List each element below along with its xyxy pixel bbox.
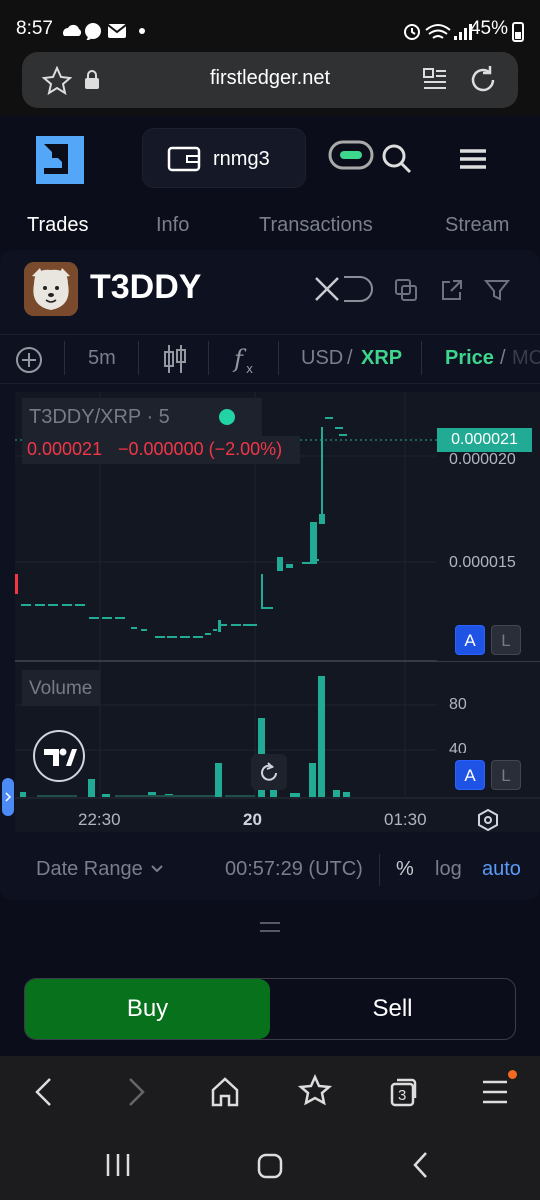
notification-dot: [508, 1070, 517, 1079]
autoscale-button[interactable]: A: [455, 625, 485, 655]
home-icon[interactable]: [210, 1076, 240, 1108]
panel-drag-handle[interactable]: [260, 922, 280, 932]
status-time: 8:57: [16, 18, 53, 39]
tab-stream[interactable]: Stream: [445, 214, 509, 237]
browser-bar: firstledger.net: [0, 44, 540, 116]
battery-icon: [512, 22, 524, 42]
search-icon[interactable]: [380, 142, 414, 176]
wallet-icon: [167, 146, 201, 172]
recent-apps-icon[interactable]: [104, 1152, 134, 1178]
indicators-fx-icon[interactable]: f x: [232, 343, 258, 375]
system-back-icon[interactable]: [408, 1150, 434, 1180]
tradingview-logo[interactable]: [33, 730, 85, 782]
reset-chart-button[interactable]: [251, 754, 287, 790]
trade-toggle: Buy Sell: [24, 978, 516, 1040]
footer-divider: [379, 854, 380, 886]
tabs-button[interactable]: 3: [389, 1076, 419, 1108]
volume-autoscale-button[interactable]: A: [455, 760, 485, 790]
x-toggle-icon[interactable]: [314, 274, 376, 304]
toolbar-divider: [208, 341, 209, 375]
system-nav-bar: [0, 1128, 540, 1200]
percent-scale-button[interactable]: %: [396, 858, 414, 881]
copy-icon[interactable]: [394, 278, 418, 302]
notification-icons: [63, 23, 145, 40]
tab-count: 3: [398, 1087, 407, 1104]
currency-separator: /: [347, 347, 353, 369]
battery-level: 45%: [469, 18, 508, 39]
ohlc-change: −0.000000 (−2.00%): [118, 439, 283, 459]
chart-footer: Date Range 00:57:29 (UTC) % log auto: [0, 848, 540, 892]
log-scale-button[interactable]: L: [491, 625, 521, 655]
auto-scale-toggle[interactable]: auto: [482, 858, 521, 881]
last-price-tag: 0.000021: [437, 428, 532, 452]
volume-label: Volume: [29, 678, 93, 699]
volume-axis-label: 80: [449, 696, 467, 713]
reload-icon[interactable]: [468, 64, 498, 96]
currency-usd[interactable]: USD: [301, 347, 343, 370]
volume-scale-controls: A L: [437, 753, 540, 797]
ohlc-price: 0.000021: [27, 439, 103, 459]
chevron-down-icon: [151, 865, 163, 873]
price-axis-label: 0.000020: [449, 451, 516, 468]
utc-clock: 00:57:29 (UTC): [225, 858, 363, 880]
price-mode-separator: /: [500, 347, 506, 369]
time-axis-label: 01:30: [384, 810, 427, 829]
price-scale-controls: A L: [437, 617, 540, 661]
token-name: T3DDY: [90, 268, 202, 306]
filter-icon[interactable]: [484, 278, 510, 302]
currency-xrp[interactable]: XRP: [361, 347, 402, 370]
time-axis-label: 20: [243, 810, 262, 829]
menu-icon[interactable]: [458, 148, 488, 170]
log-scale-toggle[interactable]: log: [435, 858, 462, 881]
reset-icon: [261, 762, 277, 781]
tab-transactions[interactable]: Transactions: [259, 214, 373, 237]
volume-log-button[interactable]: L: [491, 760, 521, 790]
wallet-button[interactable]: rnmg3: [142, 128, 306, 188]
browser-toolbar: 3: [0, 1056, 540, 1128]
toggle-icon[interactable]: [328, 140, 374, 170]
volume-legend: Volume: [22, 670, 100, 706]
wallet-name: rnmg3: [213, 148, 270, 170]
tab-info[interactable]: Info: [156, 214, 189, 237]
candlestick-type-icon[interactable]: [162, 343, 188, 375]
marketcap-mode[interactable]: MC: [512, 347, 540, 370]
toolbar-divider: [278, 341, 279, 375]
bookmarks-icon[interactable]: [298, 1074, 332, 1108]
chart-legend: T3DDY/XRP · 5: [22, 398, 262, 436]
tab-trades[interactable]: Trades: [27, 214, 89, 237]
home-button-icon[interactable]: [256, 1152, 284, 1180]
token-avatar: [24, 262, 78, 316]
sell-button[interactable]: Sell: [270, 979, 515, 1039]
svg-text:f: f: [232, 345, 247, 373]
tab-bar: Trades Info Transactions Stream: [0, 202, 540, 250]
address-bar[interactable]: firstledger.net: [22, 52, 518, 108]
market-status-icon: [219, 409, 235, 425]
svg-text:x: x: [246, 362, 253, 375]
side-panel-handle[interactable]: [2, 778, 14, 816]
toolbar-divider: [138, 341, 139, 375]
chart-ohlc: 0.000021 −0.000000 (−2.00%): [22, 436, 300, 464]
firstledger-logo[interactable]: [36, 136, 84, 184]
system-icons: [404, 24, 472, 40]
candles-flat: [21, 559, 319, 638]
price-axis-label: 0.000015: [449, 554, 516, 571]
reader-mode-icon[interactable]: [422, 66, 448, 94]
chart-toolbar: 5m f x USD / XRP Price / MC: [0, 334, 540, 384]
date-range-button[interactable]: Date Range: [36, 858, 143, 881]
price-mode[interactable]: Price: [445, 347, 494, 370]
back-icon[interactable]: [30, 1076, 58, 1108]
app-header: rnmg3: [0, 116, 540, 202]
browser-menu-icon[interactable]: [480, 1076, 510, 1108]
external-link-icon[interactable]: [440, 278, 464, 302]
forward-icon[interactable]: [122, 1076, 150, 1108]
toolbar-divider: [421, 341, 422, 375]
interval-selector[interactable]: 5m: [88, 347, 116, 370]
buy-button[interactable]: Buy: [25, 979, 270, 1039]
time-axis-label: 22:30: [78, 810, 121, 829]
chart-settings-icon[interactable]: [476, 808, 500, 832]
toolbar-divider: [64, 341, 65, 375]
chart-symbol: T3DDY/XRP · 5: [29, 406, 170, 428]
add-indicator-icon[interactable]: [14, 345, 44, 375]
